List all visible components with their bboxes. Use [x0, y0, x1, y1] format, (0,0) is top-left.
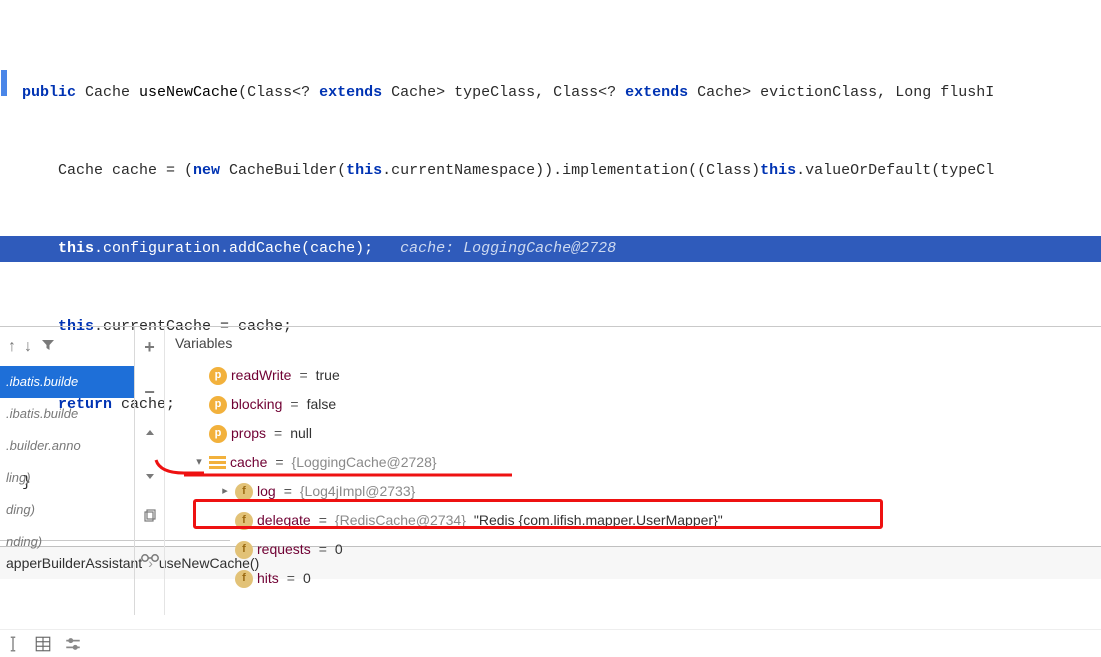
filter-icon[interactable]	[40, 337, 56, 356]
field-badge-icon: f	[235, 570, 253, 588]
remove-watch-icon[interactable]: −	[144, 382, 155, 403]
code-line: Cache cache = (new CacheBuilder(this.cur…	[0, 158, 1101, 184]
parameter-badge-icon: p	[209, 396, 227, 414]
table-icon[interactable]	[34, 635, 52, 653]
var-value: 0	[335, 535, 343, 564]
var-name: readWrite	[231, 361, 291, 390]
variables-header: Variables	[165, 327, 1101, 357]
glasses-icon[interactable]	[140, 551, 160, 566]
parameter-badge-icon: p	[209, 367, 227, 385]
variable-row[interactable]: f hits = 0	[169, 564, 1101, 593]
field-badge-icon: f	[235, 541, 253, 559]
breakpoint-marker	[1, 70, 7, 96]
code-line: public Cache useNewCache(Class<? extends…	[0, 80, 1101, 106]
var-value: null	[290, 419, 312, 448]
frame-item[interactable]: .builder.anno	[0, 430, 134, 462]
variable-row[interactable]: p readWrite = true	[169, 361, 1101, 390]
add-watch-icon[interactable]: +	[144, 337, 155, 358]
equals-sign: =	[287, 564, 295, 593]
field-badge-icon: f	[235, 483, 253, 501]
var-value: true	[316, 361, 340, 390]
settings-lines-icon[interactable]	[64, 635, 82, 653]
frame-item[interactable]: nding)	[0, 526, 134, 558]
variable-row[interactable]: f requests = 0	[169, 535, 1101, 564]
frames-toolbar: ↑ ↓	[0, 327, 134, 366]
text-cursor-icon[interactable]	[4, 635, 22, 653]
frame-item[interactable]: .ibatis.builde	[0, 398, 134, 430]
debug-minitoolbar	[0, 629, 1101, 657]
var-value: false	[307, 390, 337, 419]
equals-sign: =	[299, 361, 307, 390]
equals-sign: =	[274, 419, 282, 448]
frame-down-icon[interactable]: ↓	[24, 338, 32, 356]
frames-list[interactable]: .ibatis.builde .ibatis.builde .builder.a…	[0, 366, 134, 558]
frame-up-icon[interactable]: ↑	[8, 338, 16, 356]
frame-item[interactable]: ding)	[0, 494, 134, 526]
copy-icon[interactable]	[142, 509, 157, 527]
equals-sign: =	[290, 390, 298, 419]
var-name: requests	[257, 535, 311, 564]
up-arrow-icon[interactable]	[143, 427, 157, 444]
equals-sign: =	[319, 535, 327, 564]
variable-row[interactable]: p props = null	[169, 419, 1101, 448]
var-name: hits	[257, 564, 279, 593]
frame-item[interactable]: .ibatis.builde	[0, 366, 134, 398]
var-name: props	[231, 419, 266, 448]
var-name: blocking	[231, 390, 282, 419]
frame-item[interactable]: ling)	[0, 462, 134, 494]
variable-row[interactable]: p blocking = false	[169, 390, 1101, 419]
var-value: 0	[303, 564, 311, 593]
code-line-current: this.configuration.addCache(cache); cach…	[0, 236, 1101, 262]
frames-column: ↑ ↓ .ibatis.builde .ibatis.builde .build…	[0, 327, 135, 615]
parameter-badge-icon: p	[209, 425, 227, 443]
annotation-underline	[152, 459, 512, 479]
annotation-box	[193, 499, 883, 529]
